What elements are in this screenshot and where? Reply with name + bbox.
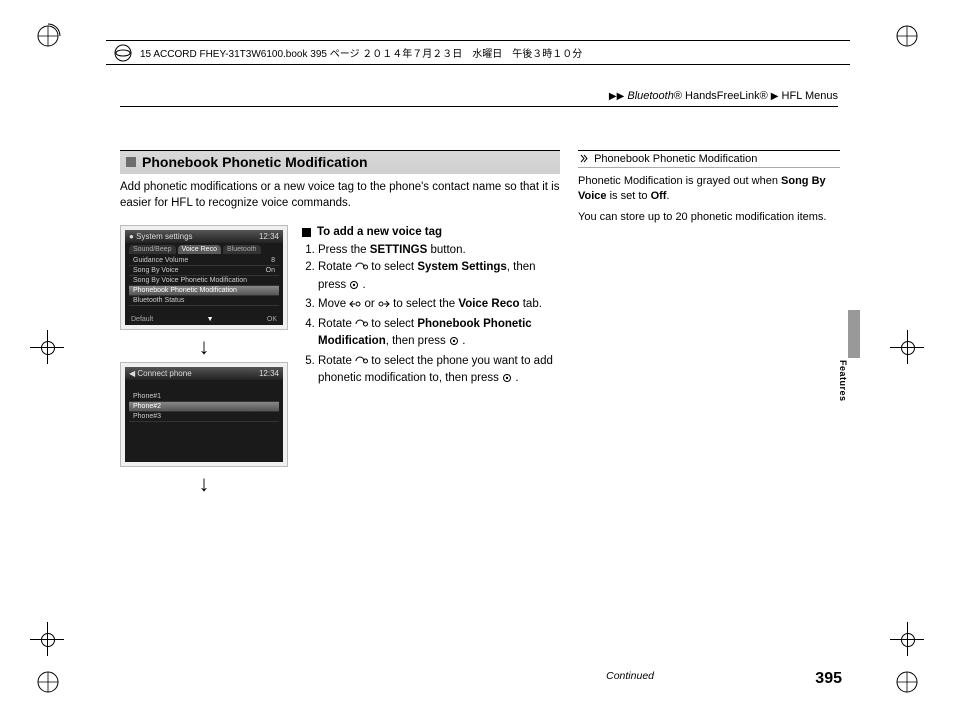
move-right-icon	[378, 299, 390, 315]
crop-mark-icon	[893, 668, 921, 696]
continued-label: Continued	[606, 670, 654, 682]
chevron-right-icon: ▶▶	[609, 91, 624, 102]
step-4: Rotate to select Phonebook Phonetic Modi…	[318, 317, 560, 352]
dial-icon	[355, 319, 368, 335]
arrow-down-icon: ↓	[120, 473, 288, 495]
step-5: Rotate to select the phone you want to a…	[318, 354, 560, 389]
crop-mark-icon	[34, 668, 62, 696]
chevron-down-icon: ▼	[207, 316, 214, 323]
square-bullet-icon	[126, 157, 136, 167]
note-heading: Phonebook Phonetic Modification	[578, 151, 840, 168]
screenshot-connect-phone: ◀ Connect phone 12:34 Phone#1 Phone#2 Ph…	[120, 362, 288, 467]
press-icon	[449, 336, 459, 352]
reg-mark-icon	[890, 330, 924, 364]
book-meta-text: 15 ACCORD FHEY-31T3W6100.book 395 ページ ２０…	[140, 45, 582, 60]
crop-mark-icon	[34, 22, 62, 50]
press-icon	[502, 373, 512, 389]
note-paragraph: You can store up to 20 phonetic modifica…	[578, 210, 840, 225]
thumb-tab-label: Features	[838, 360, 848, 384]
press-icon	[349, 280, 359, 296]
crop-mark-icon	[893, 22, 921, 50]
section-header: Phonebook Phonetic Modification	[120, 150, 560, 174]
dial-icon	[355, 262, 368, 278]
step-2: Rotate to select System Settings, then p…	[318, 260, 560, 295]
note-paragraph: Phonetic Modification is grayed out when…	[578, 174, 840, 204]
breadcrumb: ▶▶ Bluetooth® HandsFreeLink® ▶ HFL Menus	[609, 90, 838, 102]
chevron-right-icon: ▶	[771, 91, 779, 102]
reg-mark-icon	[30, 330, 64, 364]
square-bullet-icon	[302, 228, 311, 237]
dial-icon	[355, 356, 368, 372]
steps-list: To add a new voice tag Press the SETTING…	[302, 225, 560, 499]
thumb-tab: Features	[848, 310, 860, 358]
section-intro: Add phonetic modifications or a new voic…	[120, 180, 560, 211]
book-meta-bar: 15 ACCORD FHEY-31T3W6100.book 395 ページ ２０…	[106, 40, 850, 65]
book-icon	[112, 42, 134, 64]
divider	[120, 106, 838, 107]
screenshot-system-settings: ● System settings 12:34 Sound/Beep Voice…	[120, 225, 288, 330]
move-left-icon	[349, 299, 361, 315]
page-number: 395	[815, 670, 842, 688]
chevron-right-icon	[580, 154, 589, 163]
reg-mark-icon	[890, 622, 924, 656]
reg-mark-icon	[30, 622, 64, 656]
arrow-down-icon: ↓	[120, 336, 288, 358]
step-1: Press the SETTINGS button.	[318, 243, 560, 259]
step-3: Move or to select the Voice Reco tab.	[318, 297, 560, 315]
section-title: Phonebook Phonetic Modification	[142, 154, 368, 170]
